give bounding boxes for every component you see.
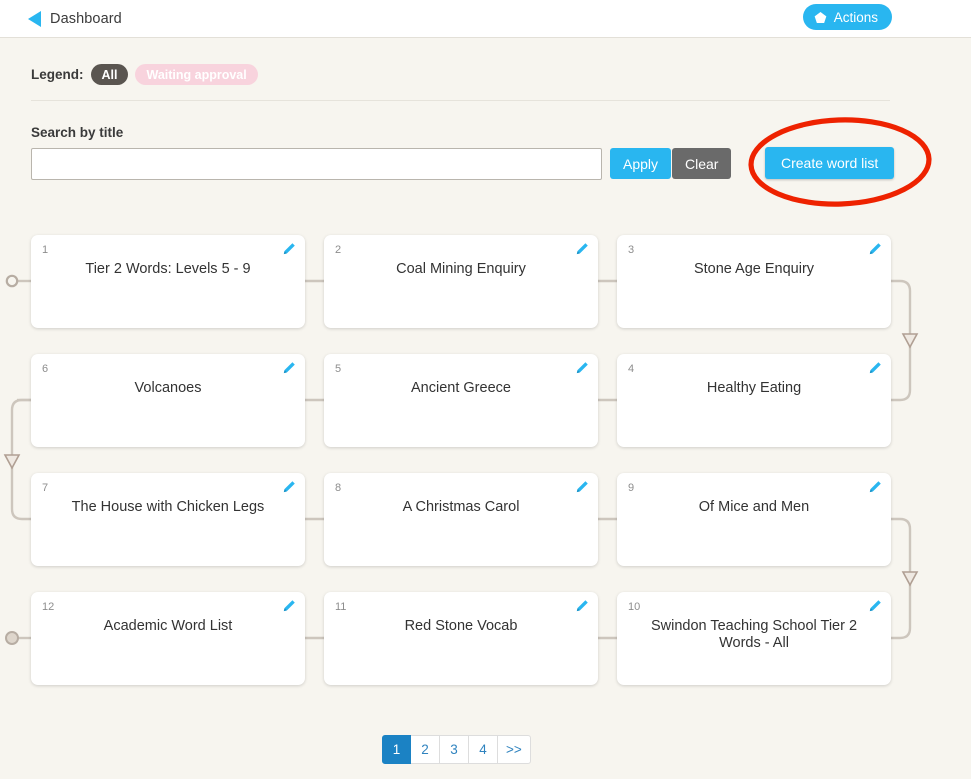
pencil-icon[interactable] — [280, 241, 297, 258]
card-title: Volcanoes — [57, 380, 279, 397]
pencil-icon[interactable] — [280, 479, 297, 496]
search-label: Search by title — [31, 125, 123, 140]
flow-arrow-down-3 — [903, 572, 917, 585]
card-title: Academic Word List — [57, 618, 279, 635]
card-number: 1 — [42, 244, 48, 256]
card-title: A Christmas Carol — [350, 499, 572, 516]
card-number: 5 — [335, 363, 341, 375]
pagination: 1 2 3 4 >> — [382, 735, 531, 764]
pencil-icon[interactable] — [573, 479, 590, 496]
word-list-card[interactable]: 5 Ancient Greece — [324, 354, 598, 447]
create-word-list-button[interactable]: Create word list — [765, 147, 894, 179]
card-number: 11 — [335, 601, 346, 613]
word-list-card[interactable]: 6 Volcanoes — [31, 354, 305, 447]
card-number: 10 — [628, 601, 640, 613]
pencil-icon[interactable] — [866, 360, 883, 377]
card-title: Stone Age Enquiry — [643, 261, 865, 278]
pencil-icon[interactable] — [866, 598, 883, 615]
legend: Legend: All Waiting approval — [31, 64, 258, 85]
clear-button[interactable]: Clear — [672, 148, 731, 179]
card-number: 2 — [335, 244, 341, 256]
word-list-card[interactable]: 12 Academic Word List — [31, 592, 305, 685]
pencil-icon[interactable] — [866, 479, 883, 496]
pencil-icon[interactable] — [573, 598, 590, 615]
card-title: Red Stone Vocab — [350, 618, 572, 635]
word-list-card[interactable]: 2 Coal Mining Enquiry — [324, 235, 598, 328]
pentagon-star-icon — [814, 11, 827, 24]
card-number: 7 — [42, 482, 48, 494]
card-title: Swindon Teaching School Tier 2 Words - A… — [643, 618, 865, 652]
word-list-card[interactable]: 4 Healthy Eating — [617, 354, 891, 447]
apply-button[interactable]: Apply — [610, 148, 671, 179]
pencil-icon[interactable] — [280, 360, 297, 377]
card-number: 9 — [628, 482, 634, 494]
pagination-next-page[interactable]: >> — [498, 735, 531, 764]
pagination-page-4[interactable]: 4 — [469, 735, 498, 764]
word-list-flow-grid: 1 Tier 2 Words: Levels 5 - 9 2 Coal Mini… — [0, 222, 971, 700]
breadcrumb-label: Dashboard — [50, 11, 122, 27]
card-number: 4 — [628, 363, 634, 375]
word-list-card[interactable]: 8 A Christmas Carol — [324, 473, 598, 566]
pencil-icon[interactable] — [573, 360, 590, 377]
word-list-card[interactable]: 11 Red Stone Vocab — [324, 592, 598, 685]
card-number: 6 — [42, 363, 48, 375]
flow-start-node — [7, 276, 17, 286]
actions-button[interactable]: Actions — [803, 4, 892, 30]
word-list-card[interactable]: 7 The House with Chicken Legs — [31, 473, 305, 566]
pencil-icon[interactable] — [866, 241, 883, 258]
legend-badge-waiting-approval[interactable]: Waiting approval — [135, 64, 257, 85]
pagination-page-1[interactable]: 1 — [382, 735, 411, 764]
breadcrumb-dashboard-link[interactable]: Dashboard — [28, 0, 122, 38]
card-title: Ancient Greece — [350, 380, 572, 397]
card-title: Of Mice and Men — [643, 499, 865, 516]
word-list-card[interactable]: 10 Swindon Teaching School Tier 2 Words … — [617, 592, 891, 685]
word-list-card[interactable]: 1 Tier 2 Words: Levels 5 - 9 — [31, 235, 305, 328]
search-input[interactable] — [31, 148, 602, 180]
pencil-icon[interactable] — [280, 598, 297, 615]
card-number: 3 — [628, 244, 634, 256]
top-bar: Dashboard Actions — [0, 0, 971, 38]
pencil-icon[interactable] — [573, 241, 590, 258]
card-number: 12 — [42, 601, 54, 613]
pagination-page-2[interactable]: 2 — [411, 735, 440, 764]
legend-label: Legend: — [31, 67, 84, 82]
flow-arrow-down-2 — [5, 455, 19, 468]
legend-badge-all[interactable]: All — [91, 64, 129, 85]
pagination-page-3[interactable]: 3 — [440, 735, 469, 764]
divider — [31, 100, 890, 101]
card-number: 8 — [335, 482, 341, 494]
card-title: Tier 2 Words: Levels 5 - 9 — [57, 261, 279, 278]
triangle-left-icon — [28, 11, 41, 27]
word-list-card[interactable]: 3 Stone Age Enquiry — [617, 235, 891, 328]
card-title: Coal Mining Enquiry — [350, 261, 572, 278]
flow-end-node — [6, 632, 18, 644]
actions-label: Actions — [834, 10, 878, 25]
card-title: Healthy Eating — [643, 380, 865, 397]
card-title: The House with Chicken Legs — [57, 499, 279, 516]
flow-arrow-down-1 — [903, 334, 917, 347]
word-list-card[interactable]: 9 Of Mice and Men — [617, 473, 891, 566]
